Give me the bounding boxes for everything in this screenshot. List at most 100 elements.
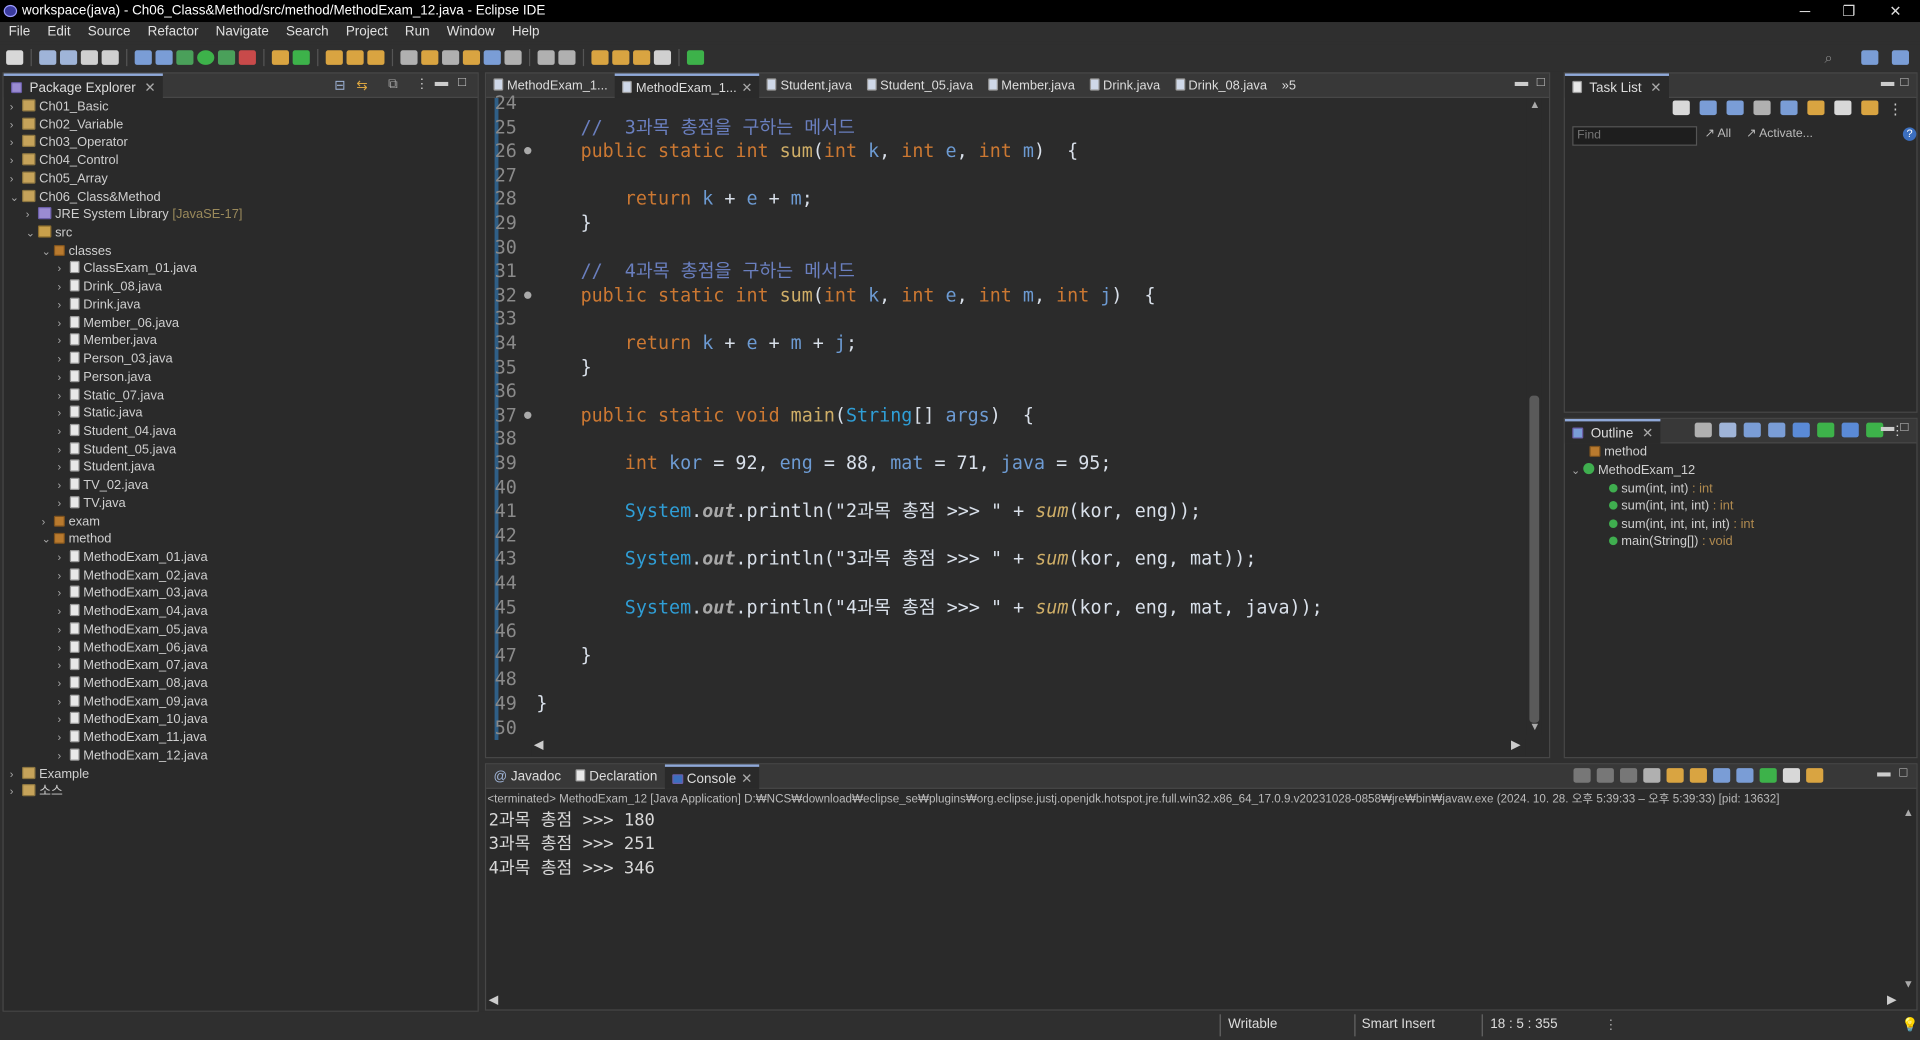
open-type-icon[interactable] [325, 50, 343, 65]
java-perspective-icon[interactable] [1891, 50, 1909, 65]
code-line[interactable]: } [536, 212, 592, 236]
java-file-item[interactable]: › Static.java [58, 405, 143, 422]
tab-task-list[interactable]: Task List ✕ [1564, 72, 1669, 98]
java-file-item[interactable]: › MethodExam_11.java [58, 729, 207, 746]
new-icon[interactable] [6, 50, 24, 65]
all-filter[interactable]: ↗ All [1705, 127, 1732, 140]
java-file-item[interactable]: › MethodExam_12.java [58, 747, 208, 764]
java-file-item[interactable]: › Student.java [58, 459, 155, 476]
maximize-view-icon[interactable]: □ [458, 75, 466, 90]
package-item-method[interactable]: ⌄ method [42, 531, 112, 548]
debug-icon[interactable] [176, 50, 194, 65]
chevron-down-icon[interactable]: ⌄ [42, 242, 54, 259]
tab-javadoc[interactable]: @ Javadoc [486, 764, 568, 789]
close-tab-icon[interactable]: ✕ [742, 80, 753, 95]
redo-icon[interactable] [101, 50, 119, 65]
code-line[interactable]: public static void main(String[] args) { [536, 404, 1034, 428]
new-task-icon[interactable] [1672, 100, 1690, 116]
code-line[interactable]: } [536, 356, 592, 380]
view-menu-icon[interactable]: ⋮ [415, 76, 428, 92]
java-file-item[interactable]: › Drink.java [58, 296, 140, 313]
menu-project[interactable]: Project [337, 22, 396, 42]
link-with-editor-icon[interactable]: ⇆ [356, 77, 367, 93]
project-item[interactable]: › Ch04_Control [10, 152, 119, 169]
project-item[interactable]: › Ch01_Basic [10, 98, 109, 115]
show-stderr-icon[interactable] [1736, 768, 1754, 783]
scroll-thumb[interactable] [1529, 395, 1540, 723]
outline-member[interactable]: main(String[]) : void [1608, 534, 1733, 549]
close-icon[interactable]: ✕ [1650, 80, 1661, 95]
java-file-item[interactable]: › Drink_08.java [58, 278, 162, 295]
open-perspective-icon[interactable] [1861, 50, 1879, 65]
chevron-right-icon[interactable]: › [10, 98, 22, 115]
last-edit-icon[interactable] [591, 50, 609, 65]
categorize-icon[interactable] [1699, 100, 1717, 116]
hide-local-types-icon[interactable] [1841, 422, 1859, 438]
java-file-item[interactable]: › MethodExam_07.java [58, 657, 208, 674]
focus-icon[interactable] [1694, 422, 1712, 438]
console-horizontal-scrollbar[interactable]: ◀ ▶ [486, 993, 1902, 1010]
save-icon[interactable] [39, 50, 57, 65]
close-icon[interactable]: ✕ [1642, 426, 1653, 441]
java-file-item[interactable]: › MethodExam_08.java [58, 675, 208, 692]
tab-student[interactable]: Student.java [760, 73, 860, 98]
new-console-icon[interactable] [1806, 768, 1824, 783]
chevron-right-icon[interactable]: › [58, 729, 70, 746]
scroll-left-icon[interactable]: ◀ [489, 993, 498, 1006]
close-icon[interactable]: ✕ [144, 80, 155, 95]
code-line[interactable]: } [536, 692, 547, 716]
fold-marker-icon[interactable] [524, 411, 532, 419]
java-file-item[interactable]: › MethodExam_01.java [58, 549, 208, 566]
chevron-right-icon[interactable]: › [58, 567, 70, 584]
scroll-up-icon[interactable]: ▲ [1903, 806, 1914, 818]
next-annotation-icon[interactable] [537, 50, 555, 65]
java-file-item[interactable]: › Person.java [58, 368, 151, 385]
java-file-item[interactable]: › Person_03.java [58, 350, 173, 367]
scroll-down-icon[interactable]: ▼ [1903, 978, 1914, 990]
fold-marker-icon[interactable] [524, 291, 532, 299]
more-tabs-button[interactable]: »5 [1274, 73, 1303, 98]
pin-console-icon[interactable] [1759, 768, 1777, 783]
java-file-item[interactable]: › Static_07.java [58, 387, 164, 404]
chevron-right-icon[interactable]: › [58, 296, 70, 313]
java-file-item[interactable]: › MethodExam_04.java [58, 603, 208, 620]
code-line[interactable]: return k + e + m + j; [536, 332, 857, 356]
show-stdout-icon[interactable] [1713, 768, 1731, 783]
chevron-right-icon[interactable]: › [42, 513, 54, 530]
menu-run[interactable]: Run [396, 22, 438, 42]
java-file-item[interactable]: › Student_05.java [58, 441, 176, 458]
java-file-item[interactable]: › Member.java [58, 332, 157, 349]
scroll-right-icon[interactable]: ▶ [1887, 993, 1896, 1006]
java-file-item[interactable]: › MethodExam_03.java [58, 585, 208, 602]
sort-icon[interactable] [1743, 422, 1761, 438]
chevron-right-icon[interactable]: › [58, 260, 70, 277]
chevron-right-icon[interactable]: › [58, 675, 70, 692]
project-item[interactable]: › Ch05_Array [10, 170, 108, 187]
word-wrap-icon[interactable] [1689, 768, 1707, 783]
java-file-item[interactable]: › Student_04.java [58, 423, 176, 440]
run-icon[interactable] [197, 50, 215, 65]
project-item[interactable]: › Ch02_Variable [10, 116, 123, 133]
menu-refactor[interactable]: Refactor [139, 22, 207, 42]
chevron-right-icon[interactable]: › [58, 639, 70, 656]
scroll-down-icon[interactable]: ▼ [1529, 720, 1540, 732]
chevron-right-icon[interactable]: › [58, 350, 70, 367]
minimize-editor-icon[interactable]: ▬ [1515, 75, 1528, 90]
chevron-right-icon[interactable]: › [58, 477, 70, 494]
chevron-right-icon[interactable]: › [58, 711, 70, 728]
focus-icon[interactable]: ⧉ [388, 77, 398, 93]
maximize-view-icon[interactable]: □ [1900, 75, 1908, 90]
group-icon[interactable] [1726, 100, 1744, 116]
block-selection-icon[interactable] [442, 50, 460, 65]
search-icon[interactable] [367, 50, 385, 65]
new-java-project-icon[interactable] [271, 50, 289, 65]
minimize-view-icon[interactable]: ▬ [435, 75, 448, 90]
filter-icon[interactable] [1780, 100, 1798, 116]
chevron-right-icon[interactable]: › [10, 765, 22, 782]
outline-package[interactable]: method [1589, 445, 1647, 459]
hide-fields-icon[interactable] [1768, 422, 1786, 438]
code-line[interactable]: return k + e + m; [536, 188, 813, 212]
outline-member[interactable]: sum(int, int) : int [1608, 481, 1713, 496]
remove-launch-icon[interactable] [1596, 768, 1614, 783]
outline-class[interactable]: ⌄ MethodExam_12 [1571, 463, 1695, 478]
